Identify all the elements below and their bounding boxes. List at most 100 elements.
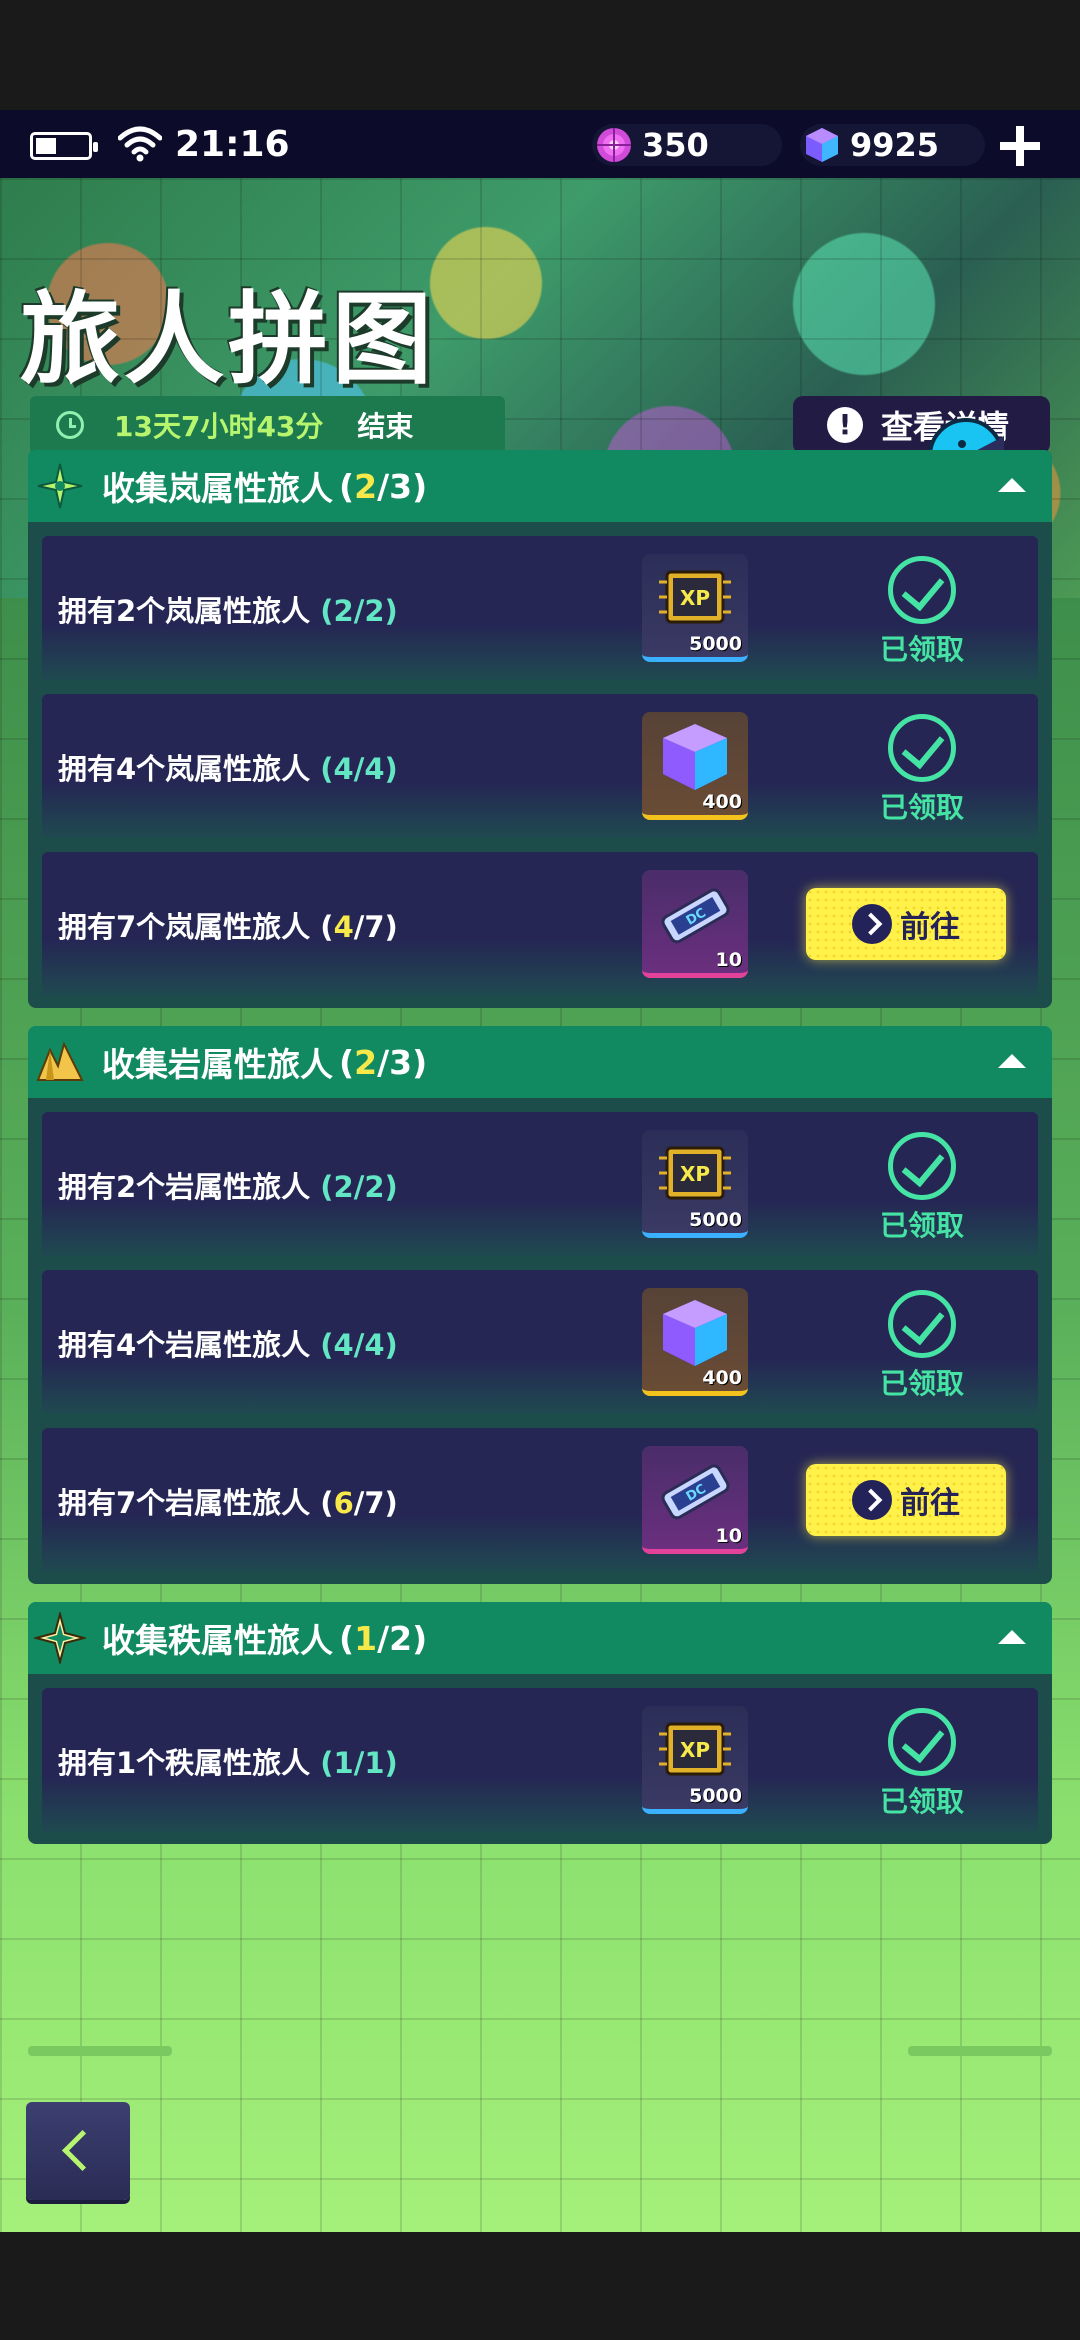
timer-remaining: 13天7小时43分	[114, 410, 324, 443]
task-group: 收集岩属性旅人 (2/3) 拥有2个岩属性旅人 (2/2) XP 5000 已领…	[28, 1026, 1052, 1584]
task-row: 拥有2个岩属性旅人 (2/2) XP 5000 已领取	[42, 1112, 1038, 1256]
group-title: 收集岩属性旅人	[102, 1045, 333, 1084]
group-progress: (1/2)	[339, 1618, 428, 1658]
add-currency-button[interactable]	[998, 124, 1042, 168]
group-progress: (2/3)	[339, 1042, 428, 1082]
back-button[interactable]	[26, 2102, 130, 2200]
ticket-reward[interactable]: DC 10	[642, 1446, 748, 1554]
task-row: 拥有7个岩属性旅人 (6/7) DC 10 前往	[42, 1428, 1038, 1572]
xp-chip-icon: XP	[659, 1722, 731, 1776]
checkmark-icon	[888, 1708, 956, 1776]
rock-element-icon	[36, 1041, 84, 1081]
exclamation-icon: !	[827, 407, 863, 443]
goto-button[interactable]: 前往	[806, 888, 1006, 960]
reward-count: 5000	[689, 1209, 742, 1231]
cube-icon	[806, 128, 838, 162]
claimed-status: 已领取	[877, 1132, 967, 1244]
view-details-button[interactable]: ! 查看详情	[793, 396, 1050, 454]
task-row: 拥有2个岚属性旅人 (2/2) XP 5000 已领取	[42, 536, 1038, 680]
task-group: 收集秩属性旅人 (1/2) 拥有1个秩属性旅人 (1/1) XP 5000 已领…	[28, 1602, 1052, 1844]
task-label: 拥有4个岚属性旅人 (4/4)	[58, 752, 398, 786]
chevron-right-icon	[852, 904, 892, 944]
claimed-status: 已领取	[877, 1290, 967, 1402]
svg-text:XP: XP	[680, 1738, 710, 1762]
reward-count: 5000	[689, 1785, 742, 1807]
top-letterbox	[0, 0, 1080, 110]
task-row: 拥有1个秩属性旅人 (1/1) XP 5000 已领取	[42, 1688, 1038, 1832]
clock-time: 21:16	[175, 124, 290, 165]
claimed-label: 已领取	[879, 1785, 964, 1818]
claimed-status: 已领取	[877, 1708, 967, 1820]
goto-label: 前往	[900, 910, 960, 945]
group-header[interactable]: 收集岩属性旅人 (2/3)	[28, 1026, 1052, 1098]
ticket-reward[interactable]: DC 10	[642, 870, 748, 978]
task-label: 拥有1个秩属性旅人 (1/1)	[58, 1746, 398, 1780]
task-label: 拥有2个岩属性旅人 (2/2)	[58, 1170, 398, 1204]
xp-chip-icon: XP	[659, 1146, 731, 1200]
checkmark-icon	[888, 1132, 956, 1200]
wind-element-icon	[37, 463, 83, 509]
claimed-label: 已领取	[879, 791, 964, 824]
cube-count: 9925	[850, 126, 940, 164]
claimed-label: 已领取	[879, 1209, 964, 1242]
scroll-rail-left	[28, 2046, 172, 2056]
orb-count: 350	[642, 126, 709, 164]
collapse-icon[interactable]	[998, 1630, 1026, 1644]
claimed-status: 已领取	[877, 556, 967, 668]
pink-orb-icon	[597, 128, 631, 162]
task-label: 拥有2个岚属性旅人 (2/2)	[58, 594, 398, 628]
xp-reward[interactable]: XP 5000	[642, 1706, 748, 1814]
goto-button[interactable]: 前往	[806, 1464, 1006, 1536]
page-title: 旅人拼图	[20, 281, 436, 398]
task-row: 拥有7个岚属性旅人 (4/7) DC 10 前往	[42, 852, 1038, 996]
claimed-label: 已领取	[879, 1367, 964, 1400]
task-label: 拥有4个岩属性旅人 (4/4)	[58, 1328, 398, 1362]
bottom-letterbox	[0, 2232, 1080, 2340]
checkmark-icon	[888, 1290, 956, 1358]
reward-count: 400	[702, 1367, 742, 1389]
task-row: 拥有4个岚属性旅人 (4/4) 400 已领取	[42, 694, 1038, 838]
group-progress: (2/3)	[339, 466, 428, 506]
task-list[interactable]: 收集岚属性旅人 (2/3) 拥有2个岚属性旅人 (2/2) XP 5000 已领…	[28, 450, 1052, 1854]
reward-count: 10	[715, 949, 742, 971]
order-element-icon	[34, 1612, 86, 1664]
ticket-icon: DC	[661, 888, 730, 944]
cube-icon	[663, 1300, 727, 1366]
event-timer: 13天7小时43分 结束	[30, 396, 505, 454]
task-label: 拥有7个岩属性旅人 (6/7)	[58, 1486, 398, 1520]
claimed-label: 已领取	[879, 633, 964, 666]
svg-text:XP: XP	[680, 586, 710, 610]
xp-chip-icon: XP	[659, 570, 731, 624]
scroll-rail-right	[908, 2046, 1052, 2056]
currency-orb[interactable]: 350	[592, 124, 782, 166]
group-header[interactable]: 收集秩属性旅人 (1/2)	[28, 1602, 1052, 1674]
reward-count: 400	[702, 791, 742, 813]
collapse-icon[interactable]	[998, 1054, 1026, 1068]
cube-icon	[663, 724, 727, 790]
task-group: 收集岚属性旅人 (2/3) 拥有2个岚属性旅人 (2/2) XP 5000 已领…	[28, 450, 1052, 1008]
battery-icon	[30, 132, 98, 160]
xp-reward[interactable]: XP 5000	[642, 1130, 748, 1238]
xp-reward[interactable]: XP 5000	[642, 554, 748, 662]
checkmark-icon	[888, 714, 956, 782]
reward-count: 5000	[689, 633, 742, 655]
chevron-right-icon	[852, 1480, 892, 1520]
group-title: 收集岚属性旅人	[102, 469, 333, 508]
reward-count: 10	[715, 1525, 742, 1547]
ticket-icon: DC	[661, 1464, 730, 1520]
group-header[interactable]: 收集岚属性旅人 (2/3)	[28, 450, 1052, 522]
group-title: 收集秩属性旅人	[102, 1621, 333, 1660]
task-label: 拥有7个岚属性旅人 (4/7)	[58, 910, 398, 944]
cube-reward[interactable]: 400	[642, 712, 748, 820]
checkmark-icon	[888, 556, 956, 624]
currency-cube[interactable]: 9925	[800, 124, 985, 166]
status-bar: 21:16 350 9925	[0, 110, 1080, 178]
clock-icon	[56, 411, 84, 439]
claimed-status: 已领取	[877, 714, 967, 826]
svg-text:XP: XP	[680, 1162, 710, 1186]
timer-suffix: 结束	[357, 410, 414, 443]
cube-reward[interactable]: 400	[642, 1288, 748, 1396]
collapse-icon[interactable]	[998, 478, 1026, 492]
goto-label: 前往	[900, 1486, 960, 1521]
wifi-icon	[118, 126, 162, 162]
